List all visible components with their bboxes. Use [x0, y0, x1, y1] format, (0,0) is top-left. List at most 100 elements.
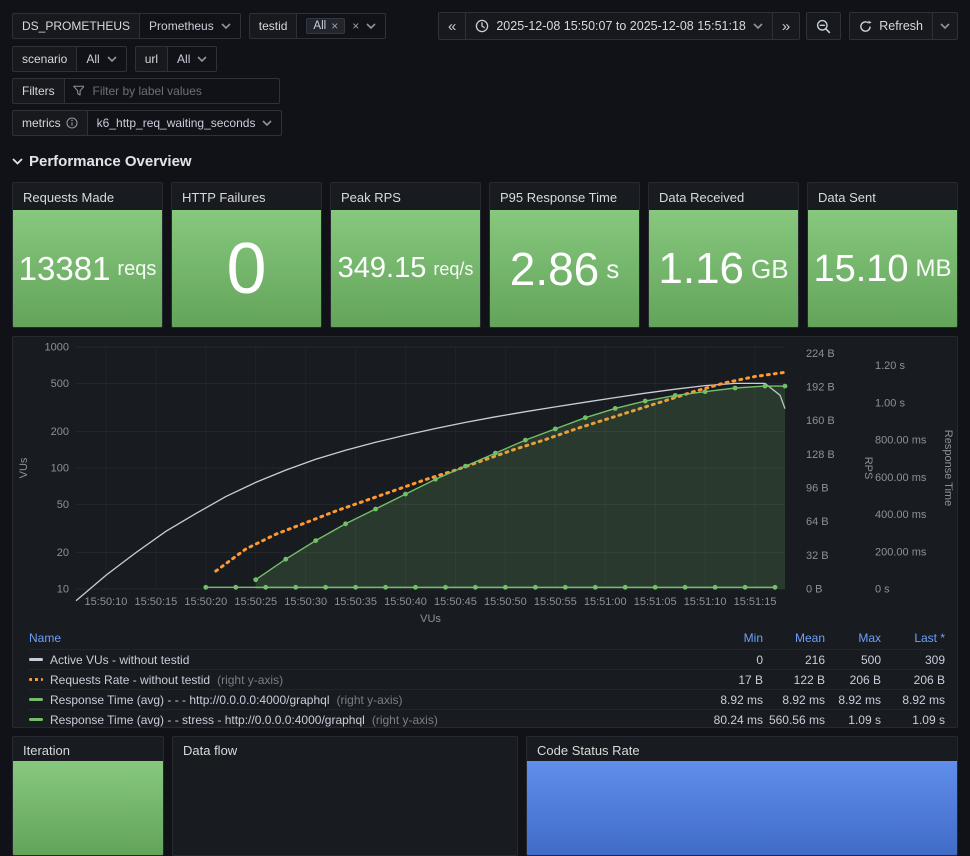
section-title: Performance Overview [29, 152, 192, 170]
panel-code-status-rate: Code Status Rate [526, 736, 958, 856]
legend-value-last: 8.92 ms [902, 692, 945, 707]
time-controls: « 2025-12-08 15:50:07 to 2025-12-08 15:5… [438, 12, 958, 40]
legend-series-name[interactable]: Requests Rate - without testid (right y-… [29, 673, 693, 687]
y-left-tick-label: 1000 [45, 342, 69, 354]
series-marker [642, 398, 648, 404]
x-tick-label: 15:50:25 [234, 596, 277, 608]
y-rt-tick-label: 1.00 s [875, 397, 905, 409]
chevron-down-icon [262, 120, 273, 126]
y-rps-tick-label: 128 B [806, 449, 835, 461]
url-select[interactable]: All [168, 46, 218, 72]
stat-unit: GB [751, 253, 789, 284]
x-tick-label: 15:51:15 [734, 596, 777, 608]
legend-series-name[interactable]: Active VUs - without testid [29, 653, 693, 667]
url-value: All [177, 52, 191, 66]
stat-number: 349.15 [337, 252, 427, 284]
series-marker [233, 584, 239, 590]
legend-row: Active VUs - without testid 0 216 500 309 [29, 649, 945, 669]
series-marker [433, 476, 438, 482]
series-glyph [29, 718, 43, 721]
datasource-label: DS_PROMETHEUS [12, 13, 141, 39]
scenario-select[interactable]: All [77, 46, 127, 72]
y-left-tick-label: 10 [57, 584, 69, 596]
stat-unit: MB [915, 254, 952, 282]
x-tick-label: 15:51:10 [684, 596, 727, 608]
y-left-tick-label: 50 [57, 499, 69, 511]
scenario-label: scenario [12, 46, 78, 72]
x-tick-label: 15:50:10 [85, 596, 128, 608]
legend-col-name[interactable]: Name [29, 631, 693, 645]
clock-icon [476, 19, 489, 33]
refresh-button[interactable]: Refresh [849, 12, 933, 40]
x-axis-title: VUs [420, 613, 441, 625]
panel-data-flow: Data flow [172, 736, 518, 856]
panel-title: Data Received [659, 190, 745, 205]
metrics-select[interactable]: k6_http_req_waiting_seconds [87, 110, 283, 136]
panel-title: Data flow [183, 743, 238, 758]
series-marker [672, 393, 678, 398]
series-axis-note: (right y-axis) [371, 712, 438, 727]
legend-series-name[interactable]: Response Time (avg) - - stress - http://… [29, 713, 693, 727]
filters-input-wrap [64, 78, 280, 104]
datasource-select[interactable]: Prometheus [140, 13, 241, 39]
legend-value-max: 500 [860, 652, 881, 667]
x-tick-label: 15:50:40 [384, 596, 427, 608]
filter-input[interactable] [90, 83, 271, 99]
clear-all-icon[interactable]: × [352, 20, 359, 32]
testid-chip[interactable]: All × [306, 18, 346, 34]
testid-select[interactable]: All × × [297, 13, 387, 39]
refresh-icon [860, 20, 872, 32]
legend-value-min: 8.92 ms [720, 692, 763, 707]
legend-col-last[interactable]: Last * [881, 631, 945, 645]
y-left-tick-label: 20 [57, 547, 69, 559]
testid-picker: testid All × × [248, 13, 387, 39]
stat-value: 349.15 req/s [331, 210, 480, 327]
chevron-down-icon [221, 23, 231, 29]
zoom-out-button[interactable] [806, 12, 842, 40]
legend-value-mean: 122 B [793, 672, 825, 687]
y-rt-tick-label: 0 s [875, 584, 890, 596]
series-marker [313, 538, 319, 543]
timeseries-chart[interactable]: 15:50:10 15:50:15 15:50:20 15:50:25 15:50:30… [13, 337, 957, 629]
legend-col-mean[interactable]: Mean [763, 631, 825, 645]
legend-header: Name Min Mean Max Last * [29, 629, 945, 649]
x-tick-label: 15:50:50 [484, 596, 527, 608]
stat-value: 1.16 GB [649, 210, 798, 327]
metrics-label-text: metrics [22, 116, 61, 130]
time-shift-back-button[interactable]: « [438, 12, 467, 40]
stat-value: 0 [172, 210, 321, 327]
series-marker [463, 463, 468, 469]
url-label: url [134, 46, 169, 72]
stat-panels-row: Requests Made 13381 reqs HTTP Failures 0… [0, 182, 970, 328]
legend-value-min: 80.24 ms [713, 712, 763, 727]
legend-series-name[interactable]: Response Time (avg) - - - http://0.0.0.0… [29, 693, 693, 707]
legend-value-last: 206 B [913, 672, 945, 687]
section-performance-overview[interactable]: Performance Overview [12, 150, 958, 172]
info-icon [66, 117, 78, 129]
panel-title: HTTP Failures [182, 190, 266, 205]
chevron-down-icon [107, 56, 117, 62]
legend-value-min: 17 B [738, 672, 763, 687]
stat-number: 15.10 [813, 247, 909, 290]
x-tick-label: 15:50:20 [184, 596, 227, 608]
y-rps-tick-label: 64 B [806, 516, 829, 528]
series-marker [552, 426, 558, 432]
stat-panel-peak-rps: Peak RPS 349.15 req/s [330, 182, 481, 328]
remove-chip-icon[interactable]: × [331, 20, 338, 32]
legend-row: Response Time (avg) - - stress - http://… [29, 709, 945, 727]
legend-col-min[interactable]: Min [693, 631, 763, 645]
series-marker [203, 584, 209, 590]
series-marker [702, 389, 708, 395]
legend-value-max: 206 B [849, 672, 881, 687]
stat-panel-data-sent: Data Sent 15.10 MB [807, 182, 958, 328]
stat-number: 2.86 [509, 242, 600, 295]
legend-col-max[interactable]: Max [825, 631, 881, 645]
refresh-interval-dropdown[interactable] [932, 12, 958, 40]
y-rps-axis-title: RPS [862, 457, 874, 480]
time-range-picker[interactable]: 2025-12-08 15:50:07 to 2025-12-08 15:51:… [465, 12, 773, 40]
legend-value-min: 0 [756, 652, 763, 667]
scenario-picker: scenario All [12, 46, 127, 72]
time-shift-forward-button[interactable]: » [771, 12, 801, 40]
series-marker [493, 450, 498, 456]
dashboard-controls: DS_PROMETHEUS Prometheus testid All × × [0, 0, 970, 136]
